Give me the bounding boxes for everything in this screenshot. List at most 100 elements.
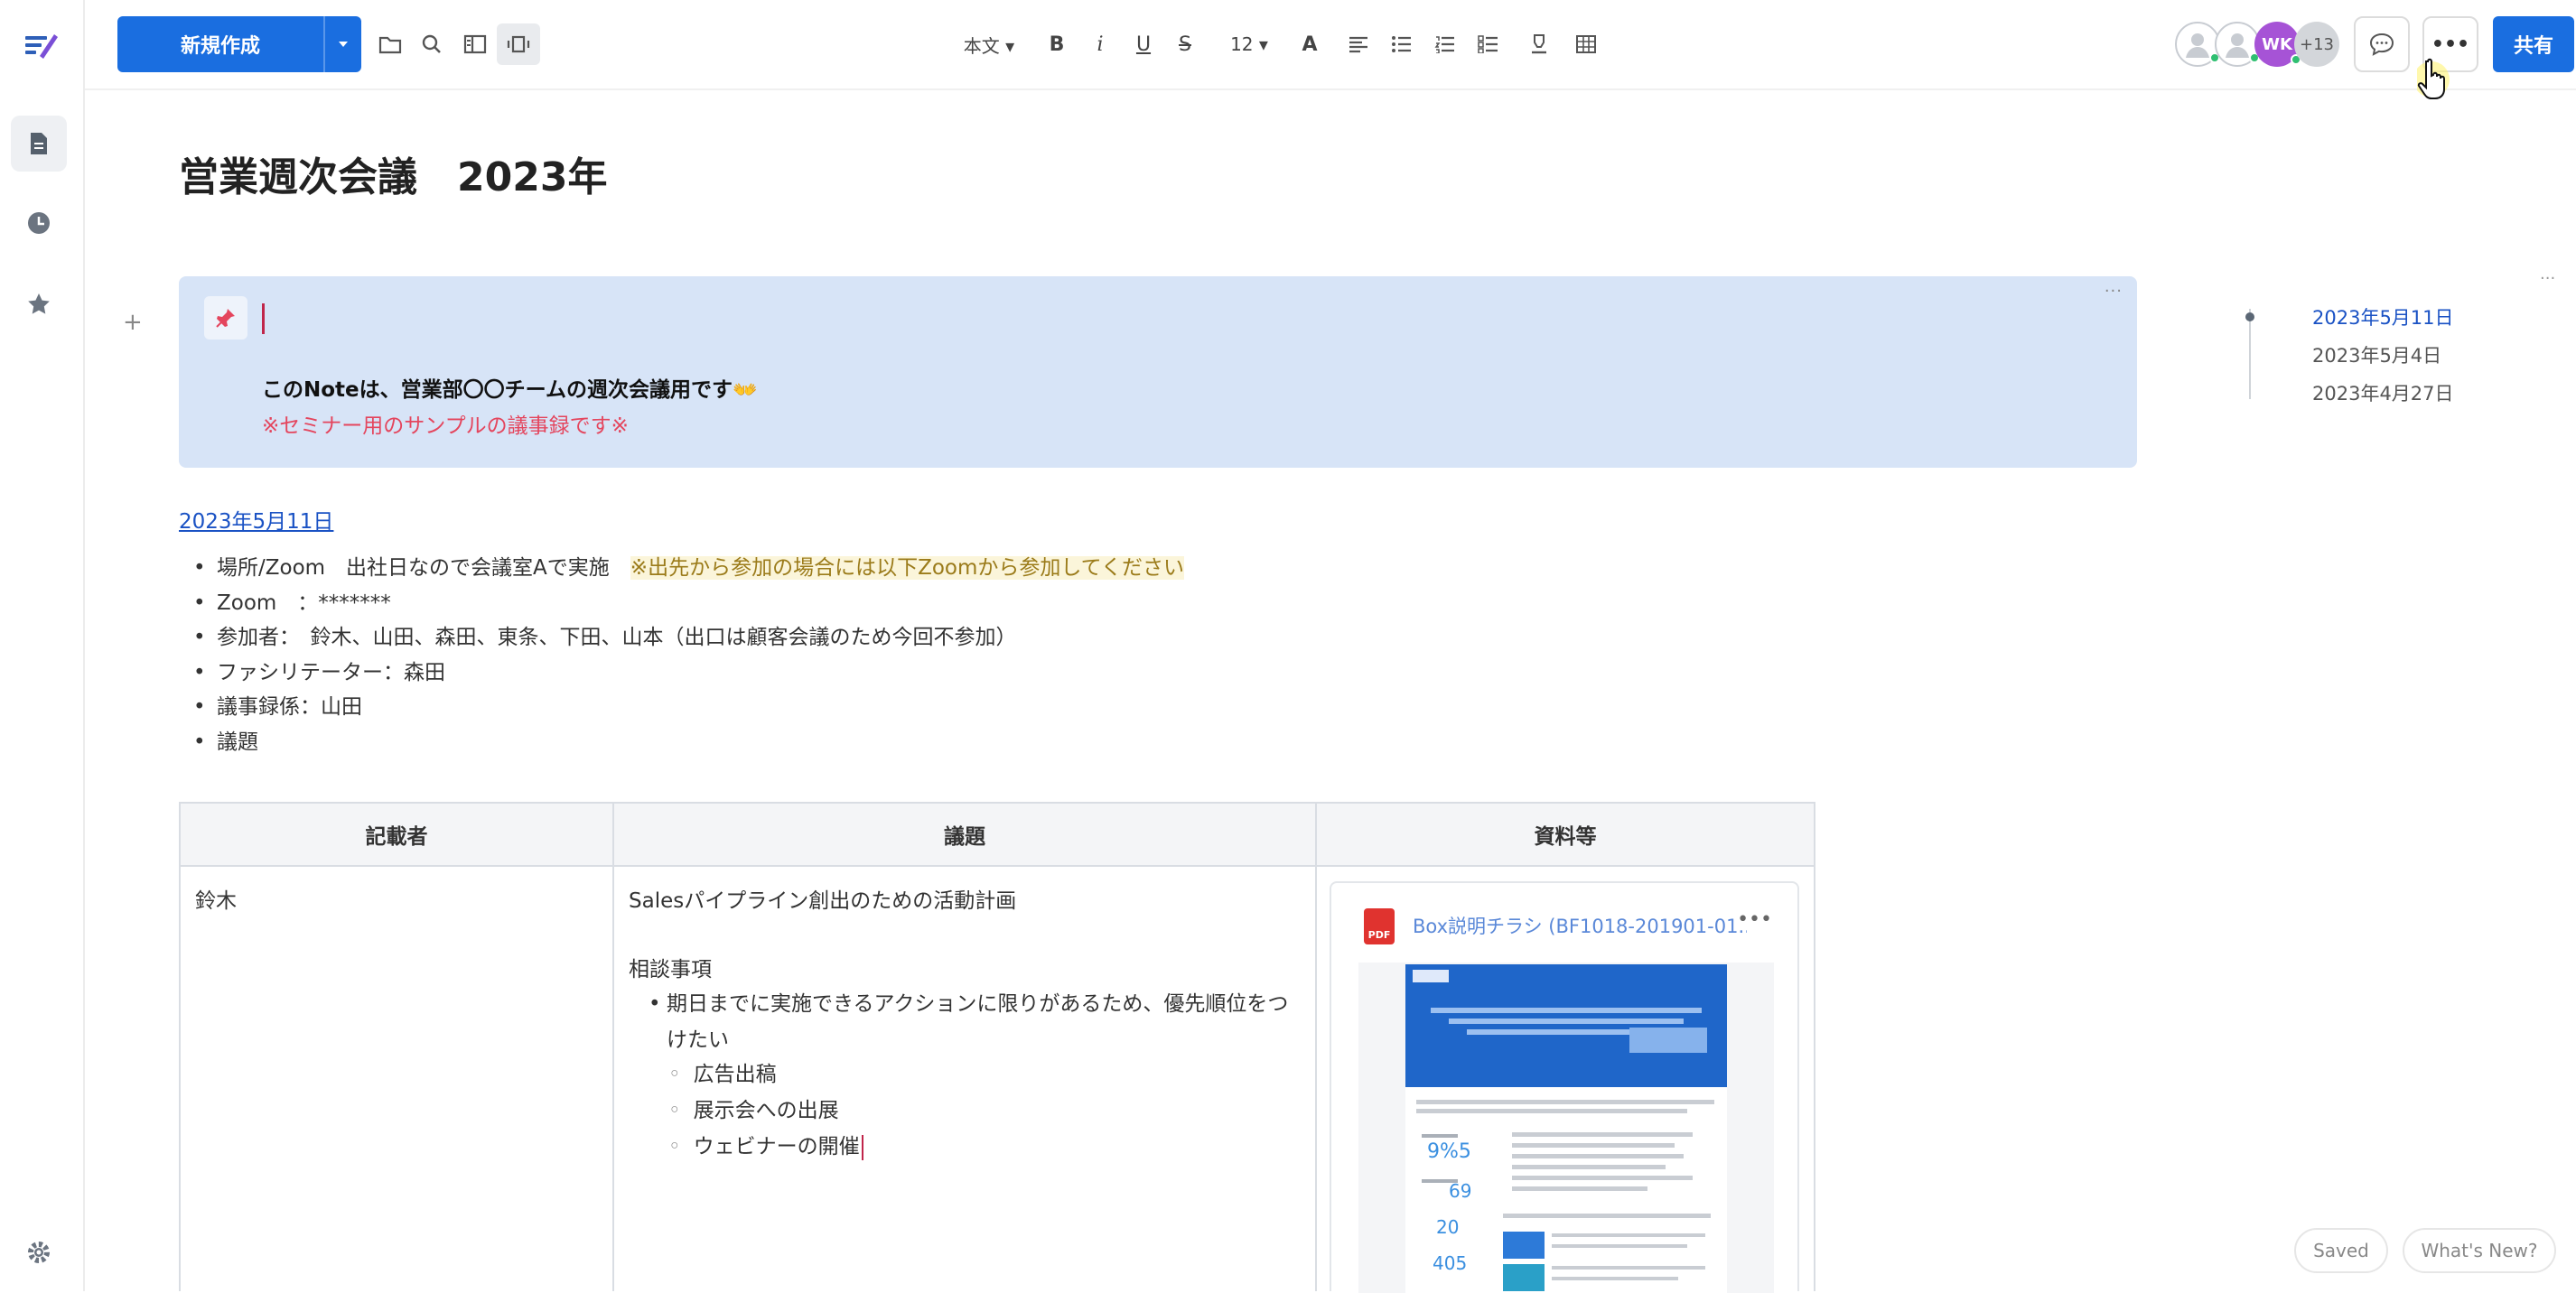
outline-track xyxy=(2249,309,2251,399)
callout-note-text: ※セミナー用のサンプルの議事録です※ xyxy=(262,414,629,438)
attached-file-card[interactable]: PDF Box説明チラシ (BF1018-201901-01... ••• 9%… xyxy=(1330,881,1799,1293)
add-block-icon[interactable]: + xyxy=(123,309,143,336)
list-item-text: 参加者： 鈴木、山田、森田、東条、下田、山本（出口は顧客会議のため今回不参加） xyxy=(217,626,1017,649)
callout-menu-icon[interactable]: ··· xyxy=(2105,282,2123,301)
sub-item-text: 展示会への出展 xyxy=(693,1099,839,1122)
clapping-hands-emoji: 👐 xyxy=(732,379,758,402)
highlight-icon[interactable] xyxy=(1521,23,1557,65)
text-cursor xyxy=(262,303,265,334)
saved-status-badge: Saved xyxy=(2294,1228,2388,1273)
hollow-bullet: ◦ xyxy=(668,1063,681,1086)
new-note-button[interactable]: 新規作成 xyxy=(117,16,361,72)
underline-button[interactable]: U xyxy=(1125,23,1162,65)
outline-item[interactable]: 2023年5月4日 xyxy=(2312,341,2441,368)
svg-text:405: 405 xyxy=(1433,1252,1467,1274)
pdf-file-icon: PDF xyxy=(1364,908,1395,944)
list-item[interactable]: Zoom ：******* xyxy=(190,588,1184,623)
table-cell-author[interactable]: 鈴木 xyxy=(195,883,237,914)
list-item[interactable]: ファシリテーター：森田 xyxy=(190,657,1184,693)
hollow-bullet: ◦ xyxy=(668,1135,681,1158)
more-options-label: ••• xyxy=(2431,33,2470,56)
font-color-button[interactable]: A xyxy=(1292,23,1328,65)
folder-icon[interactable] xyxy=(370,23,410,65)
list-item-text: 議題 xyxy=(217,730,258,754)
collaborator-avatar[interactable] xyxy=(2175,22,2220,67)
consultation-item[interactable]: • 期日までに実施できるアクションに限りがあるため、優先順位をつけたい xyxy=(649,986,1299,1058)
column-divider xyxy=(612,804,614,1291)
bullet-list-icon[interactable] xyxy=(1384,23,1420,65)
callout-line1-text: このNoteは、営業部〇〇チームの週次会議用です xyxy=(262,378,733,402)
strikethrough-button[interactable]: S xyxy=(1167,23,1203,65)
sub-item-text: ウェビナーの開催 xyxy=(693,1135,860,1158)
text-style-dropdown[interactable]: 本文 ▾ xyxy=(950,23,1028,65)
checklist-icon[interactable] xyxy=(1470,23,1507,65)
table-cell-topic-title[interactable]: Salesパイプライン創出のための活動計画 xyxy=(629,883,1016,914)
list-item-text: ファシリテーター：森田 xyxy=(217,660,445,684)
bullet-dot: • xyxy=(649,992,661,1016)
sub-list-item[interactable]: ◦ 展示会への出展 xyxy=(668,1093,863,1129)
table-header-materials[interactable]: 資料等 xyxy=(1317,804,1814,867)
sidebar-star-icon[interactable] xyxy=(11,276,67,332)
layout-toggle-icon[interactable] xyxy=(455,23,495,65)
search-icon[interactable] xyxy=(412,23,452,65)
bold-button[interactable]: B xyxy=(1039,23,1075,65)
consultation-subitems: ◦ 広告出稿 ◦ 展示会への出展 ◦ ウェビナーの開催 xyxy=(668,1056,863,1165)
file-name-link[interactable]: Box説明チラシ (BF1018-201901-01... xyxy=(1413,912,1747,939)
file-preview-thumbnail[interactable]: 9%5 69 20 405 xyxy=(1358,963,1774,1293)
text-cursor xyxy=(861,1134,863,1160)
consultation-item-text: 期日までに実施できるアクションに限りがあるため、優先順位をつけたい xyxy=(667,992,1289,1052)
consultation-heading[interactable]: 相談事項 xyxy=(629,952,712,982)
svg-text:20: 20 xyxy=(1436,1216,1459,1238)
whats-new-button[interactable]: What's New? xyxy=(2403,1228,2556,1273)
file-menu-icon[interactable]: ••• xyxy=(1737,908,1772,931)
sub-item-text: 広告出稿 xyxy=(693,1063,777,1086)
outline-item[interactable]: 2023年4月27日 xyxy=(2312,379,2454,406)
sub-list-item[interactable]: ◦ ウェビナーの開催 xyxy=(668,1129,863,1165)
svg-text:9%5: 9%5 xyxy=(1427,1140,1471,1163)
new-note-dropdown-button[interactable] xyxy=(323,16,361,72)
collaborator-avatar-initials[interactable]: WK xyxy=(2254,22,2301,67)
app-logo-icon[interactable] xyxy=(20,27,61,63)
collaborator-avatar[interactable] xyxy=(2215,22,2260,67)
hand-pointer-cursor-icon xyxy=(2413,54,2453,108)
share-button[interactable]: 共有 xyxy=(2493,16,2574,72)
comments-button[interactable] xyxy=(2354,16,2410,72)
highlighted-text: ※出先から参加の場合には以下Zoomから参加してください xyxy=(630,556,1184,580)
list-item[interactable]: 参加者： 鈴木、山田、森田、東条、下田、山本（出口は顧客会議のため今回不参加） xyxy=(190,622,1184,657)
list-item[interactable]: 議事録係：山田 xyxy=(190,692,1184,727)
sub-list-item[interactable]: ◦ 広告出稿 xyxy=(668,1056,863,1093)
top-toolbar: 新規作成 本文 ▾ B i U S 12 ▾ A WK +13 ••• 共有 xyxy=(85,0,2576,90)
callout-text: このNoteは、営業部〇〇チームの週次会議用です👐 xyxy=(262,372,757,403)
settings-gear-icon[interactable] xyxy=(11,1224,67,1280)
numbered-list-icon[interactable] xyxy=(1427,23,1463,65)
table-icon[interactable] xyxy=(1568,23,1604,65)
table-header-author[interactable]: 記載者 xyxy=(181,804,612,867)
svg-text:69: 69 xyxy=(1449,1180,1471,1202)
pushpin-icon[interactable] xyxy=(204,296,247,340)
column-divider xyxy=(1315,804,1317,1291)
section-date-link[interactable]: 2023年5月11日 xyxy=(179,504,333,535)
more-collaborators-badge[interactable]: +13 xyxy=(2294,22,2339,67)
outline-item[interactable]: 2023年5月11日 xyxy=(2312,303,2454,330)
align-icon[interactable] xyxy=(1340,23,1377,65)
list-item-text: Zoom ：******* xyxy=(217,591,391,615)
new-note-label[interactable]: 新規作成 xyxy=(117,16,323,72)
outline-current-marker xyxy=(2245,312,2254,321)
callout-block[interactable]: このNoteは、営業部〇〇チームの週次会議用です👐 ※セミナー用のサンプルの議事… xyxy=(179,276,2137,468)
outline-menu-icon[interactable]: ··· xyxy=(2540,269,2555,288)
left-sidebar xyxy=(0,0,85,1291)
avatar-initials-text: WK xyxy=(2262,34,2292,54)
table-header-topic[interactable]: 議題 xyxy=(614,804,1315,867)
page-title[interactable]: 営業週次会議 2023年 xyxy=(179,144,607,202)
sidebar-clock-icon[interactable] xyxy=(11,195,67,251)
meeting-info-list: 場所/Zoom 出社日なので会議室Aで実施 ※出先から参加の場合には以下Zoom… xyxy=(190,553,1184,761)
list-item[interactable]: 議題 xyxy=(190,727,1184,762)
hollow-bullet: ◦ xyxy=(668,1099,681,1122)
italic-button[interactable]: i xyxy=(1082,23,1118,65)
list-item-text: 場所/Zoom 出社日なので会議室Aで実施 xyxy=(217,556,630,580)
sidebar-document-icon[interactable] xyxy=(11,116,67,172)
focus-mode-icon[interactable] xyxy=(497,23,540,65)
list-item[interactable]: 場所/Zoom 出社日なので会議室Aで実施 ※出先から参加の場合には以下Zoom… xyxy=(190,553,1184,588)
list-item-text: 議事録係：山田 xyxy=(217,695,362,719)
font-size-dropdown[interactable]: 12 ▾ xyxy=(1218,23,1281,65)
